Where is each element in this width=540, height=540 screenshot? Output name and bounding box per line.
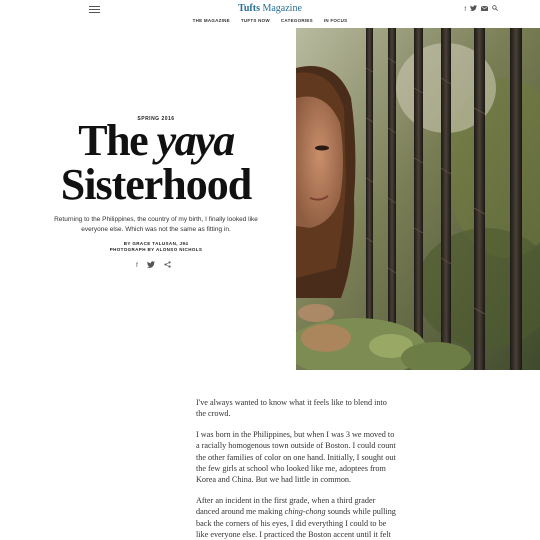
title-word-sisterhood: Sisterhood: [60, 160, 252, 209]
facebook-icon[interactable]: f: [464, 6, 466, 14]
header-social-icons: f: [464, 5, 498, 14]
title-word-the: The: [78, 116, 148, 165]
twitter-icon[interactable]: [146, 261, 155, 270]
byline: BY GRACE TALUSAN, J94 PHOTOGRAPH BY ALON…: [0, 241, 312, 253]
nav-tufts-now[interactable]: TUFTS NOW: [241, 18, 270, 23]
main-nav: THE MAGAZINE TUFTS NOW CATEGORIES IN FOC…: [0, 18, 540, 23]
paragraph-2: I was born in the Philippines, but when …: [196, 429, 396, 485]
nav-categories[interactable]: CATEGORIES: [281, 18, 313, 23]
nav-the-magazine[interactable]: THE MAGAZINE: [193, 18, 230, 23]
share-icon[interactable]: [164, 261, 171, 270]
article-title: The yaya Sisterhood: [0, 119, 312, 209]
hero-photo-illustration: [296, 28, 540, 370]
share-icons: f: [136, 261, 171, 270]
search-icon[interactable]: [492, 5, 498, 14]
twitter-icon[interactable]: [470, 5, 477, 14]
article-dek: Returning to the Philippines, the countr…: [54, 216, 258, 233]
email-icon[interactable]: [480, 5, 489, 14]
site-header: Tufts Magazine f THE MAGAZINE TUFTS NOW …: [0, 0, 540, 28]
paragraph-3: After an incident in the first grade, wh…: [196, 495, 398, 540]
title-line-1: The yaya: [0, 119, 312, 163]
facebook-icon[interactable]: f: [136, 262, 138, 269]
paragraph-1: I've always wanted to know what it feels…: [196, 398, 387, 419]
title-word-yaya: yaya: [156, 116, 236, 165]
logo-name: Magazine: [262, 3, 302, 14]
paragraph-3-emphasis: ching-chong: [284, 507, 326, 517]
nav-in-focus[interactable]: IN FOCUS: [324, 18, 348, 23]
logo-brand: Tufts: [238, 3, 260, 14]
article-body: I've always wanted to know what it feels…: [196, 397, 398, 540]
hero-photo: [296, 28, 540, 370]
site-logo[interactable]: Tufts Magazine: [0, 3, 540, 14]
photo-credit: PHOTOGRAPH BY ALONSO NICHOLS: [109, 247, 203, 252]
